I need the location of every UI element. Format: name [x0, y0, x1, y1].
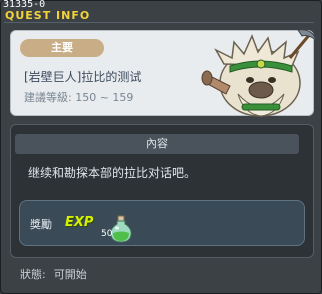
- quest-level: 建議等級: 150 ~ 159: [24, 89, 133, 105]
- quest-description: 继续和勘探本部的拉比对话吧。: [28, 166, 197, 180]
- quest-status: 狀態: 可開始: [20, 266, 87, 282]
- content-header: 內容: [15, 134, 299, 154]
- exp-label: EXP: [65, 215, 94, 230]
- window-title: QUEST INFO: [5, 9, 91, 22]
- reward-box: [19, 200, 305, 246]
- exp-amount: 50: [101, 229, 113, 239]
- rock-giant-npc-icon: [201, 29, 316, 117]
- status-label: 狀態:: [20, 268, 46, 281]
- quest-type-tag: 主要: [20, 39, 104, 57]
- level-label: 建議等級:: [24, 91, 72, 104]
- status-value: 可開始: [53, 268, 87, 281]
- title-divider: [4, 22, 314, 23]
- reward-label: 獎勵: [30, 218, 52, 231]
- level-range: 150 ~ 159: [75, 91, 134, 104]
- quest-name: [岩壁巨人]拉比的测试: [24, 70, 142, 84]
